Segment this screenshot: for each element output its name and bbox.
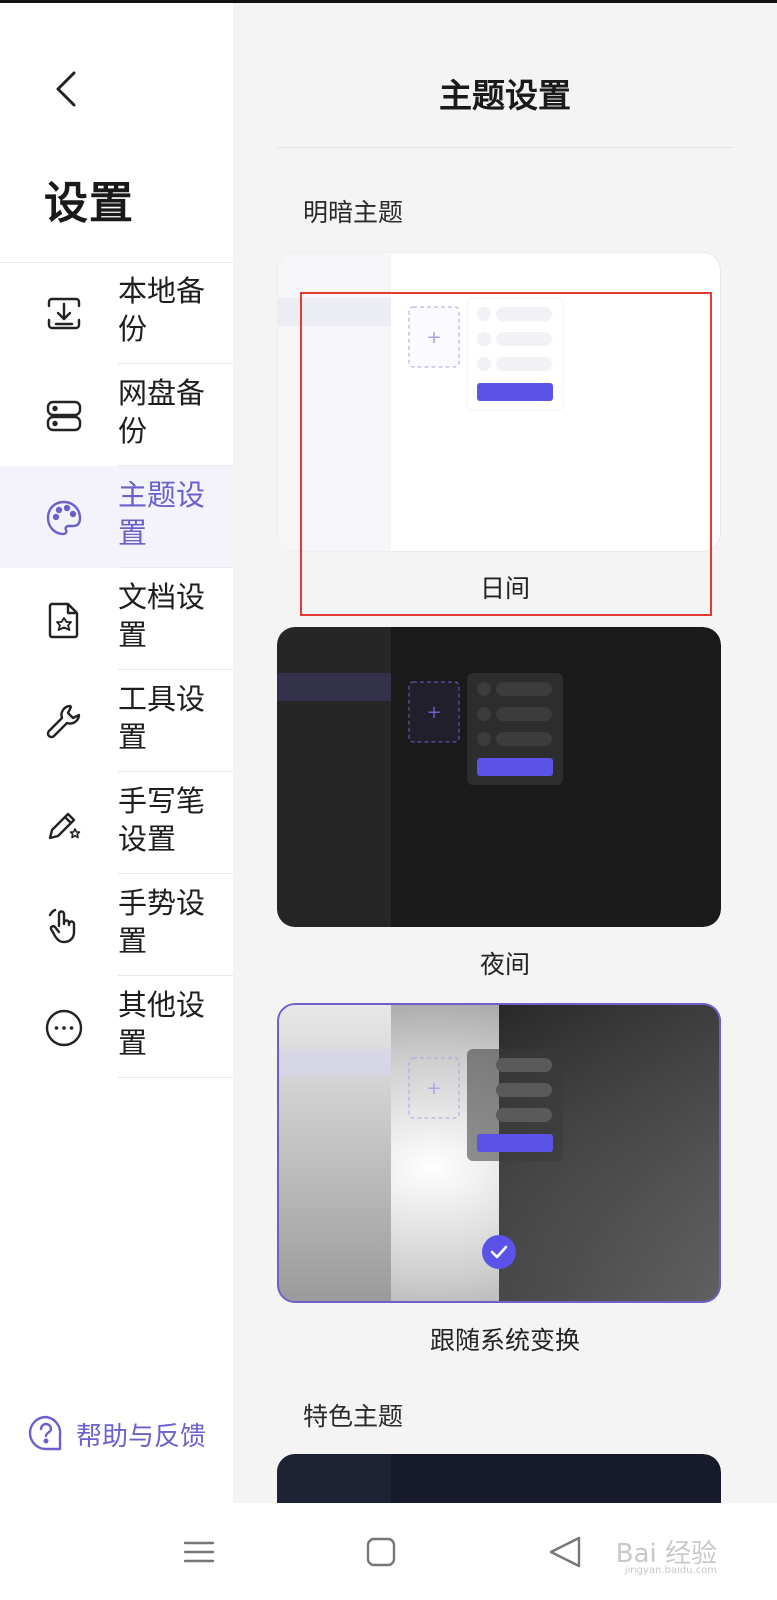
night-theme-preview: + (277, 627, 721, 927)
theme-card-night[interactable]: + (277, 627, 721, 927)
theme-card-featured[interactable] (277, 1454, 721, 1503)
home-square-icon (366, 1537, 396, 1567)
sidebar-item-pen[interactable]: 手写笔设置 (0, 772, 233, 874)
sidebar-item-gesture[interactable]: 手势设置 (0, 874, 233, 976)
sidebar-title: 设置 (44, 178, 134, 229)
section-label-light-dark: 明暗主题 (303, 198, 404, 227)
sidebar-item-label: 本地备份 (118, 274, 206, 346)
cloud-drive-icon (42, 394, 86, 438)
page-title: 主题设置 (439, 76, 571, 115)
watermark-url: jingyan.baidu.com (624, 1565, 717, 1576)
back-button[interactable] (44, 65, 88, 113)
sidebar-item-label: 主题设置 (118, 478, 206, 550)
palette-icon (42, 496, 86, 540)
sidebar-item-local-backup[interactable]: 本地备份 (0, 262, 233, 364)
sidebar-item-cloud-backup[interactable]: 网盘备份 (0, 364, 233, 466)
featured-theme-preview (277, 1454, 721, 1503)
gesture-hand-icon (42, 904, 86, 948)
nav-back-button[interactable] (540, 1527, 590, 1577)
sidebar-item-label: 其他设置 (118, 988, 206, 1060)
more-icon (42, 1006, 86, 1050)
annotation-highlight-box (300, 292, 712, 616)
theme-card-system[interactable]: + (277, 1003, 721, 1303)
theme-label-night: 夜间 (479, 950, 530, 979)
theme-label-system: 跟随系统变换 (429, 1326, 580, 1355)
sidebar-item-tools[interactable]: 工具设置 (0, 670, 233, 772)
back-triangle-icon (549, 1536, 581, 1568)
title-divider (277, 147, 733, 148)
sidebar-item-theme[interactable]: 主题设置 (0, 466, 233, 568)
sidebar-item-label: 网盘备份 (118, 376, 206, 448)
sidebar-item-document[interactable]: 文档设置 (0, 568, 233, 670)
menu-icon (183, 1541, 215, 1563)
theme-settings-panel: 主题设置 明暗主题 + 日间 + 夜间 + 跟随系统变换 特色主题 (233, 3, 777, 1503)
item-divider (118, 1077, 233, 1078)
pen-settings-icon (42, 802, 86, 846)
selected-check-icon (482, 1235, 516, 1269)
chevron-left-icon (56, 71, 76, 107)
wrench-icon (42, 700, 86, 744)
local-backup-icon (42, 292, 86, 336)
sidebar-item-label: 文档设置 (118, 580, 206, 652)
help-feedback-label: 帮助与反馈 (76, 1421, 207, 1452)
nav-menu-button[interactable] (174, 1527, 224, 1577)
svg-text:+: + (426, 702, 441, 723)
section-label-featured: 特色主题 (303, 1402, 404, 1431)
nav-home-button[interactable] (356, 1527, 406, 1577)
settings-menu: 本地备份 网盘备份 主题设置 文档设置 工具设置 手写笔设置 手势设置 其他设置 (0, 262, 233, 1078)
help-feedback-link[interactable]: 帮助与反馈 (26, 1414, 206, 1454)
svg-text:+: + (426, 1078, 441, 1099)
help-icon (28, 1415, 62, 1451)
sidebar-item-label: 手写笔设置 (118, 784, 206, 856)
sidebar-item-label: 手势设置 (118, 886, 206, 958)
sidebar-item-label: 工具设置 (118, 682, 206, 754)
system-navigation-bar: Bai 经验 jingyan.baidu.com (0, 1503, 777, 1600)
sidebar-item-other[interactable]: 其他设置 (0, 976, 233, 1078)
document-settings-icon (42, 598, 86, 642)
